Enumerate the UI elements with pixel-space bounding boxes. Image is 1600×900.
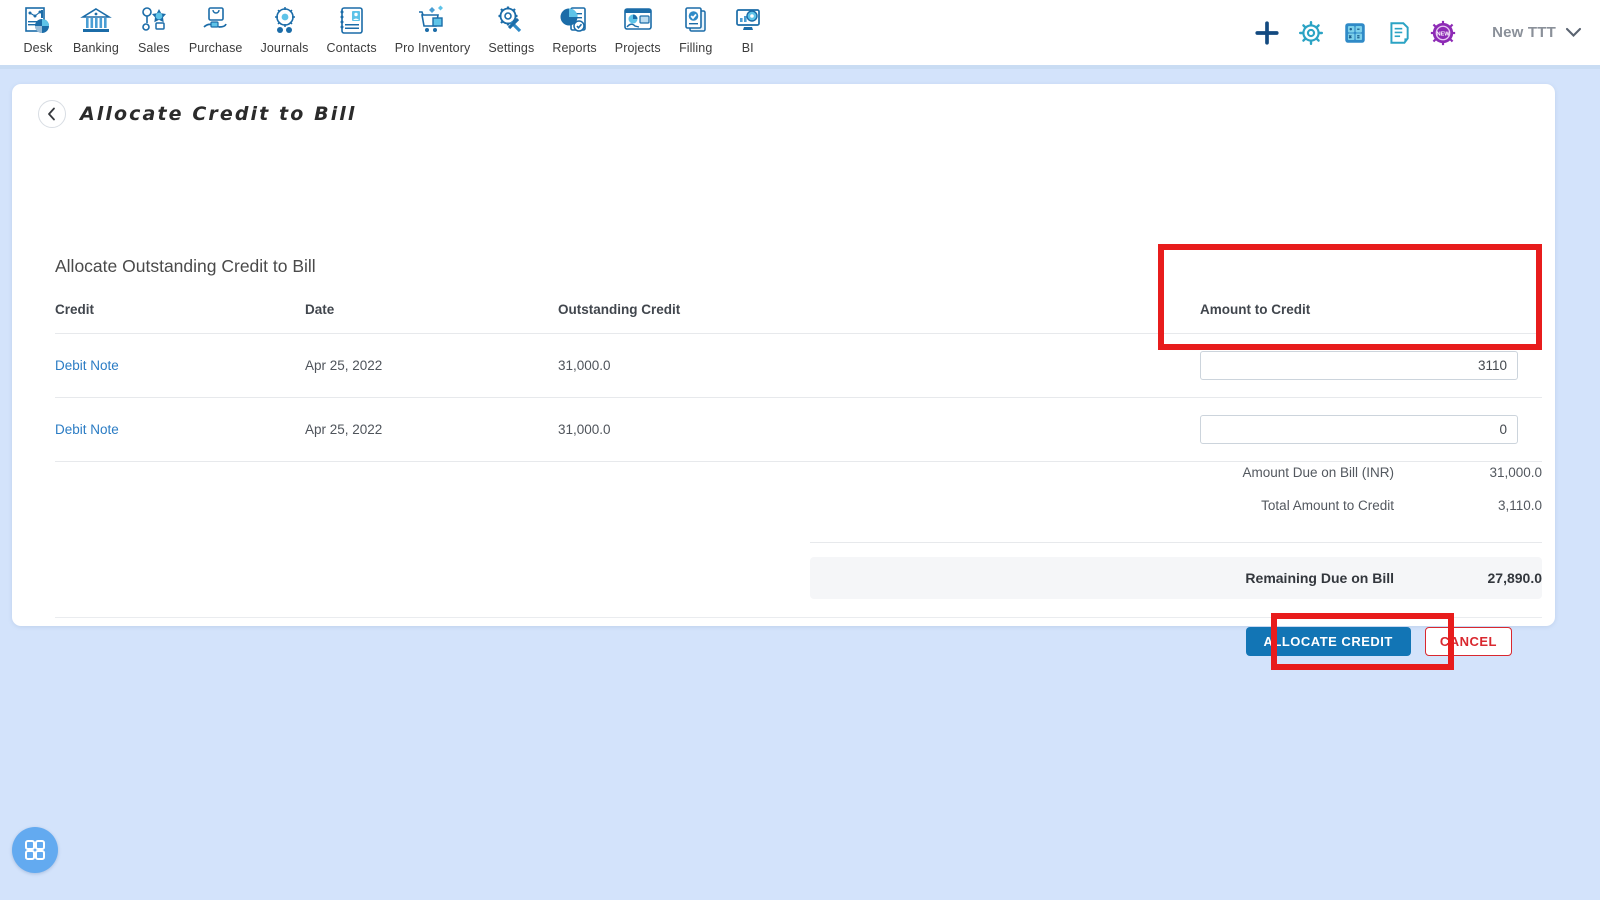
cell-date: Apr 25, 2022 [305,333,558,398]
summary-label: Amount Due on Bill (INR) [1242,465,1394,480]
nav-label: Filling [679,41,713,55]
nav-label: Sales [137,41,170,55]
top-tools: NEW New TTT [1254,0,1600,65]
filing-icon [684,7,706,32]
credit-link[interactable]: Debit Note [55,358,119,373]
organization-name: New TTT [1492,24,1556,41]
gear-icon[interactable] [1298,20,1324,46]
allocate-credit-card: Allocate Credit to Bill Allocate Outstan… [12,84,1555,670]
cell-credit: Debit Note [55,397,305,462]
journals-icon [274,7,295,33]
dashboard-icon [25,7,49,33]
contacts-icon [340,7,363,34]
chevron-left-icon [48,107,55,121]
nav-label: Purchase [188,41,243,55]
calculator-icon[interactable] [1342,20,1368,46]
table-row: Debit Note Apr 25, 2022 31,000.0 [55,333,1542,398]
summary-value: 27,890.0 [1487,570,1543,586]
nav-label: Pro Inventory [394,41,471,55]
nav-label: Banking [73,41,119,55]
nav-label: Settings [488,41,535,55]
summary-value: 3,110.0 [1497,498,1542,513]
nav-label: Journals [260,41,309,55]
projects-icon [623,8,652,30]
settings-icon [498,6,522,33]
credits-table: Credit Date Outstanding Credit Amount to… [55,302,1542,462]
column-header-credit: Credit [55,302,95,317]
column-header-date: Date [305,302,335,317]
apps-grid-icon [25,840,45,860]
cell-amount-to-credit [1178,397,1542,462]
card-header: Allocate Credit to Bill [38,100,357,128]
cell-outstanding-credit: 31,000.0 [558,333,1178,398]
add-icon[interactable] [1254,20,1280,46]
purchase-icon [203,7,227,28]
inventory-icon [418,5,443,32]
nav-item-contacts[interactable]: Contacts [318,4,386,55]
summary-label: Total Amount to Credit [1261,498,1394,513]
nav-item-banking[interactable]: Banking [64,4,128,55]
nav-item-reports[interactable]: Reports [543,4,605,55]
summary-row-remaining-due: Remaining Due on Bill 27,890.0 [810,557,1542,599]
nav-item-journals[interactable]: Journals [251,4,317,55]
nav-item-bi[interactable]: BI [722,4,774,55]
footer-actions: ALLOCATE CREDIT CANCEL [1245,627,1512,656]
credit-link[interactable]: Debit Note [55,422,119,437]
back-button[interactable] [38,100,66,128]
nav-label: Reports [552,41,597,55]
amount-to-credit-input-row-2[interactable] [1200,415,1518,444]
nav-item-pro-inventory[interactable]: Pro Inventory [386,4,480,55]
nav-item-sales[interactable]: Sales [128,4,180,55]
reports-icon [560,7,586,32]
new-badge-icon[interactable]: NEW [1430,20,1456,46]
nav-item-purchase[interactable]: Purchase [180,4,252,55]
column-header-outstanding-credit: Outstanding Credit [558,302,681,317]
summary-label: Remaining Due on Bill [1245,570,1394,586]
top-navigation-bar: Desk Banking Sales Purchase Journals Con… [0,0,1600,69]
nav-label: Contacts [326,41,377,55]
bank-icon [80,8,112,32]
notes-icon[interactable] [1386,20,1412,46]
amount-to-credit-input-row-1[interactable] [1200,351,1518,380]
nav-item-projects[interactable]: Projects [606,4,670,55]
summary-row-amount-due: Amount Due on Bill (INR) 31,000.0 [810,456,1542,489]
section-title: Allocate Outstanding Credit to Bill [55,256,316,276]
module-nav-list: Desk Banking Sales Purchase Journals Con… [0,0,774,55]
cell-credit: Debit Note [55,333,305,398]
nav-label: Desk [23,41,53,55]
nav-item-settings[interactable]: Settings [479,4,543,55]
summary-panel: Amount Due on Bill (INR) 31,000.0 Total … [810,456,1542,599]
nav-label: Projects [614,41,661,55]
table-header-row: Credit Date Outstanding Credit Amount to… [55,302,1542,334]
table-row: Debit Note Apr 25, 2022 31,000.0 [55,397,1542,462]
summary-divider [810,542,1542,543]
allocate-credit-button[interactable]: ALLOCATE CREDIT [1245,627,1411,656]
summary-row-total-credit: Total Amount to Credit 3,110.0 [810,489,1542,522]
footer-divider [55,617,1542,618]
svg-text:NEW: NEW [1437,31,1451,37]
nav-item-desk[interactable]: Desk [12,4,64,55]
column-header-amount-to-credit: Amount to Credit [1200,302,1311,317]
chevron-down-icon [1565,27,1582,37]
cell-outstanding-credit: 31,000.0 [558,397,1178,462]
cell-amount-to-credit [1178,333,1542,398]
organization-switcher[interactable]: New TTT [1492,24,1582,41]
apps-launcher-button[interactable] [12,827,58,873]
cell-date: Apr 25, 2022 [305,397,558,462]
sales-icon [142,7,166,31]
cancel-button[interactable]: CANCEL [1424,627,1512,656]
nav-label: BI [741,41,754,55]
bi-icon [735,9,760,30]
page-title: Allocate Credit to Bill [80,103,357,125]
summary-value: 31,000.0 [1489,465,1542,480]
nav-item-filling[interactable]: Filling [670,4,722,55]
